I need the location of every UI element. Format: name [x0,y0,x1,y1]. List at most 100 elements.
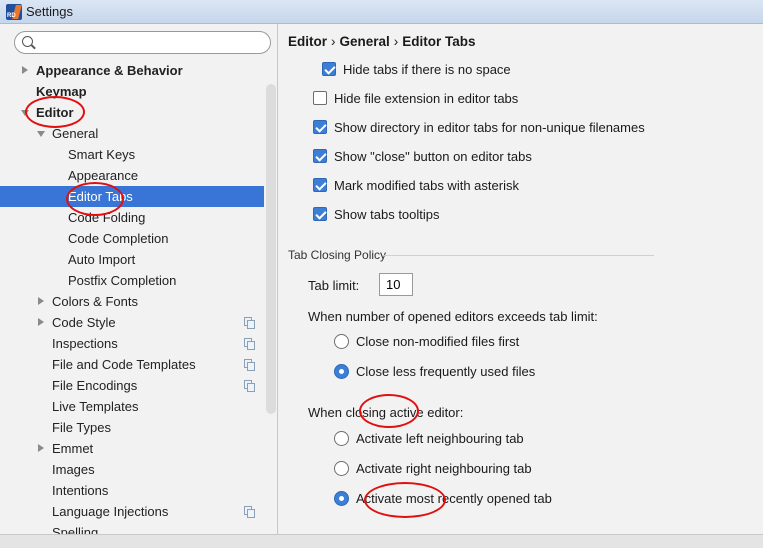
chevron-right-icon[interactable] [38,318,44,326]
breadcrumb: Editor › General › Editor Tabs [288,34,476,49]
closing-active-label: When closing active editor: [308,405,464,420]
tab-limit-label: Tab limit: [308,278,360,293]
tree-item-label: Appearance [68,168,139,183]
checkbox-label: Mark modified tabs with asterisk [334,177,519,193]
window-title: Settings [26,4,73,19]
tree-item-live-templates[interactable]: Live Templates [0,396,264,417]
chevron-right-icon[interactable] [38,297,44,305]
chevron-right-icon[interactable] [22,66,28,74]
tree-item-label: Editor Tabs [68,189,133,204]
tree-item-keymap[interactable]: Keymap [0,81,264,102]
tree-item-label: Intentions [52,483,109,498]
tree-item-file-code-templates[interactable]: File and Code Templates [0,354,264,375]
checkbox-show-close[interactable]: Show "close" button on editor tabs [313,147,532,165]
search-box[interactable] [14,31,271,54]
tree-item-label: Auto Import [68,252,136,267]
tree-item-smart-keys[interactable]: Smart Keys [0,144,264,165]
checkbox-checked-icon[interactable] [313,120,327,134]
tree-item-label: Inspections [52,336,118,351]
tree-item-emmet[interactable]: Emmet [0,438,264,459]
tree-item-editor-tabs[interactable]: Editor Tabs [0,186,264,207]
project-settings-icon [244,317,255,329]
tree-item-label: Emmet [52,441,94,456]
tree-item-file-encodings[interactable]: File Encodings [0,375,264,396]
tree-item-language-injections[interactable]: Language Injections [0,501,264,522]
checkbox-show-tooltips[interactable]: Show tabs tooltips [313,205,440,223]
tree-item-label: Images [52,462,95,477]
tree-item-label: File Encodings [52,378,138,393]
tree-item-code-completion[interactable]: Code Completion [0,228,264,249]
project-settings-icon [244,380,255,392]
tree-item-spelling[interactable]: Spelling [0,522,264,534]
tree-item-editor[interactable]: Editor [0,102,264,123]
radio-label: Activate right neighbouring tab [356,460,532,476]
settings-content: Editor › General › Editor Tabs Hide tabs if … [279,24,763,534]
checkbox-hide-extension[interactable]: Hide file extension in editor tabs [313,89,518,107]
project-settings-icon [244,506,255,518]
search-icon [22,36,33,47]
tree-item-postfix-completion[interactable]: Postfix Completion [0,270,264,291]
project-settings-icon [244,359,255,371]
section-title: Tab Closing Policy [288,248,387,262]
breadcrumb-item: General [339,34,390,49]
tree-item-label: Code Completion [68,231,169,246]
tree-item-code-style[interactable]: Code Style [0,312,264,333]
chevron-down-icon[interactable] [21,110,29,116]
tree-item-label: Language Injections [52,504,169,519]
bottom-bar [0,534,763,548]
radio-label: Activate most recently opened tab [356,490,552,506]
radio-unselected-icon[interactable] [334,430,349,446]
tree-item-appearance-behavior[interactable]: Appearance & Behavior [0,60,264,81]
tree-item-label: Colors & Fonts [52,294,138,309]
tree-item-colors-fonts[interactable]: Colors & Fonts [0,291,264,312]
radio-selected-icon[interactable] [334,490,349,506]
radio-label: Close less frequently used files [356,363,536,379]
exceeds-limit-label: When number of opened editors exceeds ta… [308,309,598,324]
checkbox-mark-modified[interactable]: Mark modified tabs with asterisk [313,176,519,194]
app-logo-icon [6,3,22,20]
tree-item-label: Keymap [36,84,87,99]
project-settings-icon [244,338,255,350]
chevron-down-icon[interactable] [37,131,45,137]
tree-item-label: Editor [36,105,74,120]
tree-item-label: Appearance & Behavior [36,63,183,78]
tree-item-file-types[interactable]: File Types [0,417,264,438]
tab-limit-input[interactable] [379,273,413,296]
radio-close-less-frequent[interactable]: Close less frequently used files [334,361,535,381]
checkbox-checked-icon[interactable] [322,62,336,76]
tree-item-label: Postfix Completion [68,273,177,288]
checkbox-label: Show "close" button on editor tabs [334,148,532,164]
tree-item-inspections[interactable]: Inspections [0,333,264,354]
tree-item-label: Code Style [52,315,116,330]
checkbox-checked-icon[interactable] [313,207,327,221]
radio-close-non-modified[interactable]: Close non-modified files first [334,331,519,351]
chevron-right-icon[interactable] [38,444,44,452]
breadcrumb-item: Editor [288,34,327,49]
search-input[interactable] [39,34,265,52]
breadcrumb-separator: › [393,34,399,49]
radio-activate-left[interactable]: Activate left neighbouring tab [334,428,524,448]
tree-item-appearance[interactable]: Appearance [0,165,264,186]
tree-item-label: Live Templates [52,399,139,414]
title-bar: Settings [0,0,763,24]
sidebar-scrollbar[interactable] [266,84,276,414]
checkbox-unchecked-icon[interactable] [313,91,327,105]
tree-item-images[interactable]: Images [0,459,264,480]
checkbox-label: Hide tabs if there is no space [343,61,511,77]
tree-item-code-folding[interactable]: Code Folding [0,207,264,228]
radio-unselected-icon[interactable] [334,460,349,476]
radio-activate-recent[interactable]: Activate most recently opened tab [334,488,552,508]
checkbox-hide-tabs[interactable]: Hide tabs if there is no space [322,60,511,78]
tree-item-auto-import[interactable]: Auto Import [0,249,264,270]
checkbox-show-directory[interactable]: Show directory in editor tabs for non-un… [313,118,645,136]
checkbox-checked-icon[interactable] [313,149,327,163]
tree-item-intentions[interactable]: Intentions [0,480,264,501]
tree-item-label: File and Code Templates [52,357,196,372]
checkbox-checked-icon[interactable] [313,178,327,192]
radio-activate-right[interactable]: Activate right neighbouring tab [334,458,532,478]
section-divider [384,255,654,256]
tree-item-label: Spelling [52,525,99,534]
radio-selected-icon[interactable] [334,363,349,379]
tree-item-general[interactable]: General [0,123,264,144]
radio-unselected-icon[interactable] [334,333,349,349]
